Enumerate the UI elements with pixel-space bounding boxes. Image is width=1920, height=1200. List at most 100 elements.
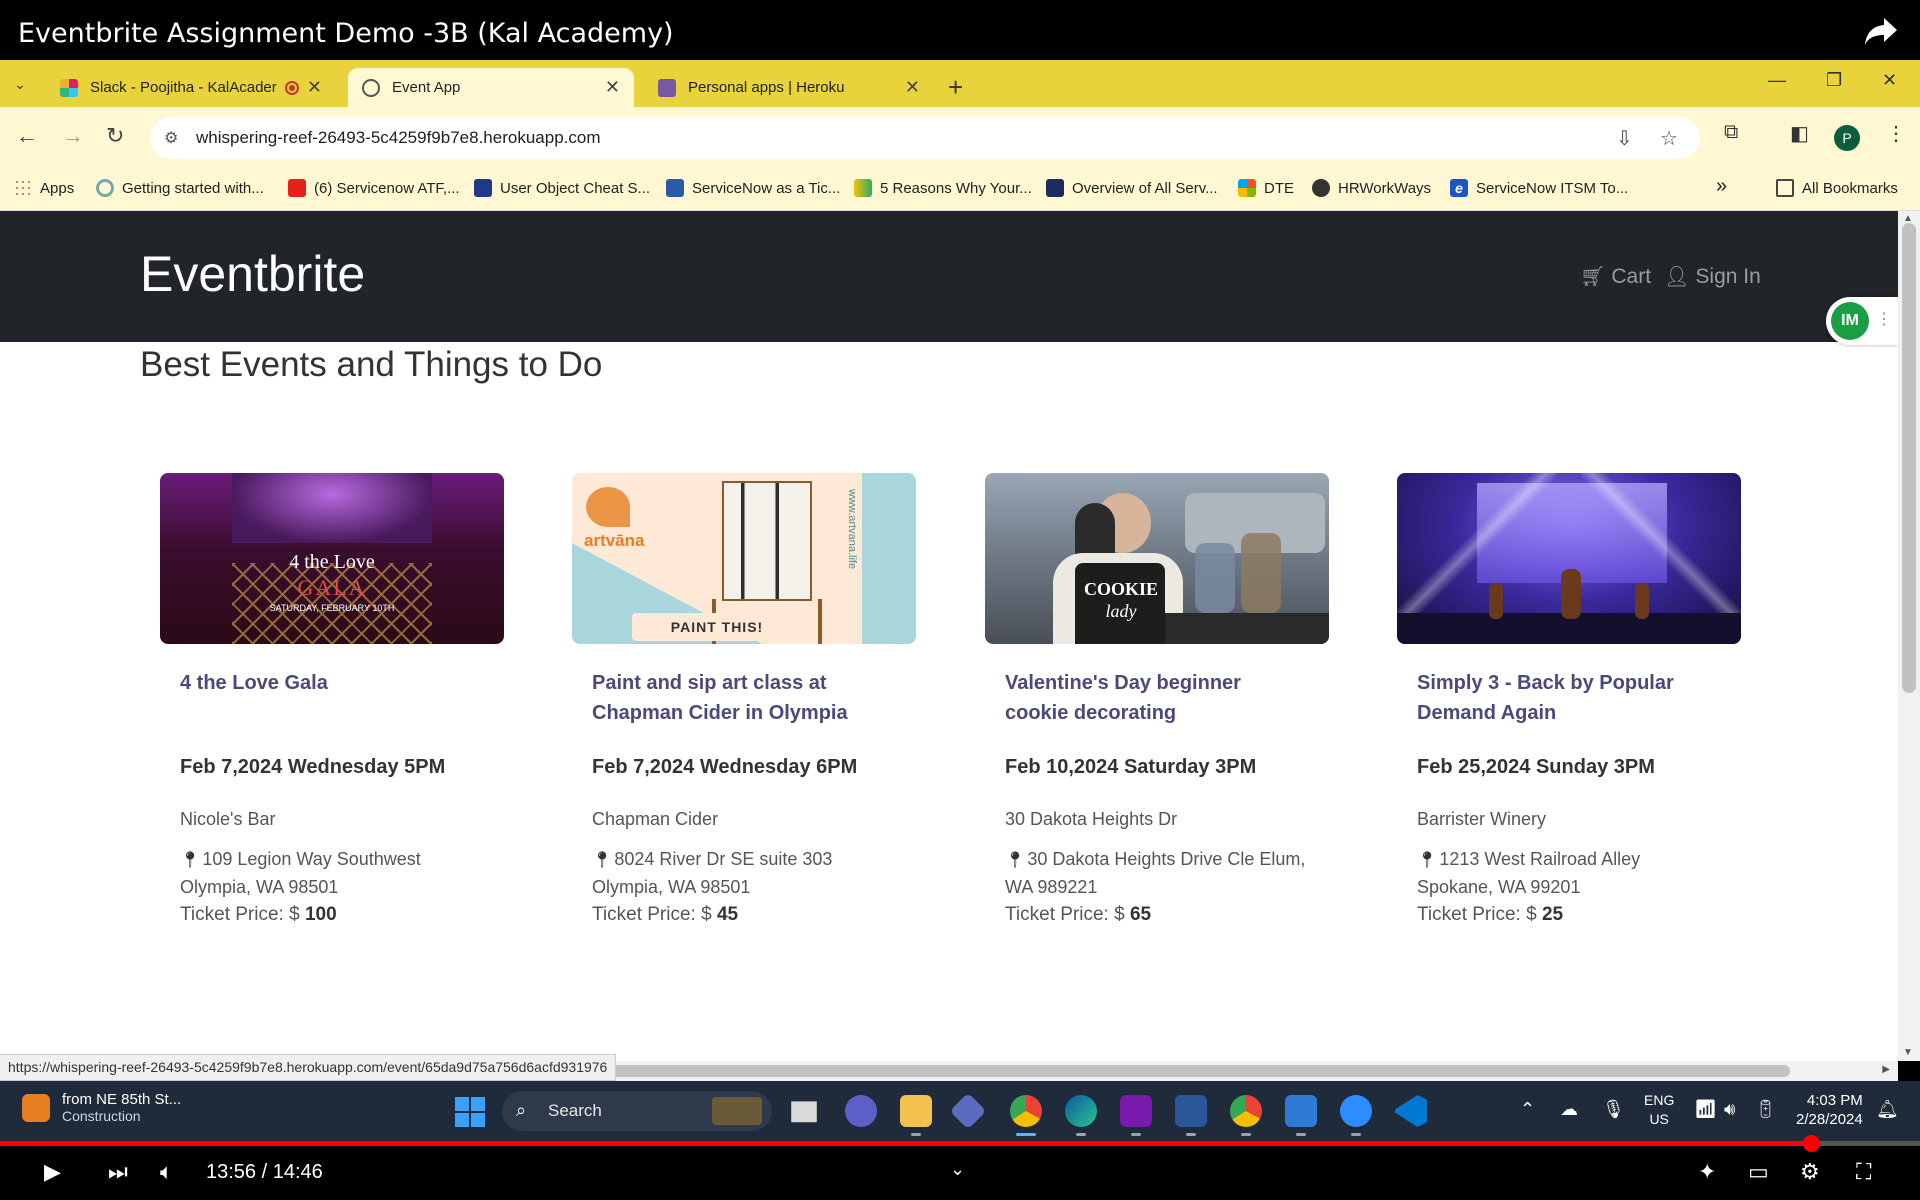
tab-heroku[interactable]: Personal apps | Heroku ✕ <box>644 68 934 107</box>
close-window-icon[interactable]: ✕ <box>1882 70 1897 91</box>
close-tab-icon[interactable]: ✕ <box>605 77 620 98</box>
bookmark-star-icon[interactable]: ☆ <box>1660 126 1678 151</box>
bookmark-item[interactable]: (6) Servicenow ATF,... <box>288 179 460 197</box>
event-card[interactable]: 4 the Love GALA SATURDAY, FEBRUARY 10TH … <box>160 473 504 926</box>
menu-kebab-icon[interactable]: ⋮ <box>1886 121 1906 146</box>
event-card[interactable]: COOKIE lady Valentine's Day beginner coo… <box>985 473 1329 926</box>
video-progress-bar[interactable] <box>0 1135 1920 1152</box>
next-icon[interactable]: ⏭︎ <box>108 1159 128 1185</box>
vscode-icon[interactable] <box>1395 1095 1427 1127</box>
scrollbar-thumb[interactable] <box>540 1065 1790 1077</box>
scrollbar-thumb[interactable] <box>1902 223 1916 693</box>
notepad-icon[interactable] <box>1285 1095 1317 1136</box>
bookmark-apps[interactable]: Apps <box>14 179 74 197</box>
bookmark-item[interactable]: User Object Cheat S... <box>474 179 650 197</box>
wifi-icon[interactable]: 📶︎ <box>1694 1099 1717 1120</box>
teams-chat-icon[interactable] <box>845 1095 877 1127</box>
microphone-icon[interactable]: 🎙︎ <box>1602 1099 1625 1120</box>
site-info-icon[interactable]: ⚙ <box>164 128 178 148</box>
subtitles-icon[interactable]: ▭ <box>1748 1159 1769 1185</box>
bookmark-item[interactable]: 5 Reasons Why Your... <box>854 179 1032 197</box>
battery-icon[interactable]: 🔋︎ <box>1754 1099 1777 1120</box>
notification-bell-icon[interactable]: 🔔︎ <box>1876 1099 1899 1120</box>
extension-floating-badge[interactable]: IM ⋮⋮ <box>1826 297 1898 345</box>
tab-label: Slack - Poojitha - KalAcader <box>90 79 277 96</box>
play-icon[interactable]: ▶ <box>44 1159 61 1185</box>
bookmark-item[interactable]: e ServiceNow ITSM To... <box>1450 179 1628 197</box>
event-title[interactable]: Paint and sip art class at Chapman Cider… <box>592 668 896 738</box>
onedrive-icon[interactable]: ☁ <box>1560 1099 1578 1120</box>
windows-start-icon[interactable] <box>455 1097 485 1127</box>
address-bar[interactable]: ⚙ whispering-reef-26493-5c4259f9b7e8.her… <box>150 117 1700 159</box>
system-clock[interactable]: 4:03 PM 2/28/2024 <box>1796 1091 1863 1129</box>
event-card[interactable]: artvāna PAINT THIS! www.artvana.life Pai… <box>572 473 916 926</box>
weather-widget[interactable]: from NE 85th St... Construction <box>22 1091 181 1124</box>
site-navbar: Eventbrite 🛒︎ Cart 👤︎ Sign In <box>0 211 1898 342</box>
taskbar-search[interactable]: ⌕ Search <box>502 1091 772 1131</box>
copilot-app-icon[interactable] <box>949 1092 987 1130</box>
url-text[interactable]: whispering-reef-26493-5c4259f9b7e8.herok… <box>196 128 601 148</box>
chrome-icon[interactable] <box>1010 1095 1042 1136</box>
signin-link[interactable]: 👤︎ Sign In <box>1664 264 1761 289</box>
tab-label: Personal apps | Heroku <box>688 79 845 96</box>
minimize-icon[interactable]: — <box>1768 70 1786 91</box>
edge-icon[interactable] <box>1065 1095 1097 1136</box>
vertical-scrollbar[interactable]: ▲ ▼ <box>1898 211 1920 1061</box>
scroll-down-icon[interactable]: ▼ <box>1903 1047 1913 1058</box>
close-tab-icon[interactable]: ✕ <box>307 77 322 98</box>
bookmark-item[interactable]: HRWorkWays <box>1312 179 1431 197</box>
apron-text-2: lady <box>1105 601 1137 621</box>
event-title[interactable]: Simply 3 - Back by Popular Demand Again <box>1417 668 1721 738</box>
video-title: Eventbrite Assignment Demo -3B (Kal Acad… <box>18 18 674 49</box>
drag-handle-icon[interactable]: ⋮⋮ <box>1876 309 1898 329</box>
reload-icon[interactable]: ↻ <box>106 123 124 149</box>
browser-toolbar: ← → ↻ ⚙ whispering-reef-26493-5c4259f9b7… <box>0 107 1920 169</box>
event-image[interactable]: COOKIE lady <box>985 473 1329 644</box>
extensions-icon[interactable]: ⧉ <box>1724 121 1738 144</box>
bookmark-item[interactable]: Getting started with... <box>96 179 264 197</box>
cart-link[interactable]: 🛒︎ Cart <box>1580 264 1651 289</box>
event-title[interactable]: Valentine's Day beginner cookie decorati… <box>1005 668 1309 738</box>
scroll-right-icon[interactable]: ▶ <box>1882 1064 1890 1075</box>
event-title[interactable]: 4 the Love Gala <box>180 668 484 738</box>
task-view-icon[interactable] <box>791 1101 817 1123</box>
settings-gear-icon[interactable]: ⚙ <box>1800 1159 1820 1185</box>
chrome-profile-icon[interactable] <box>1230 1095 1262 1136</box>
autoplay-sparkle-icon[interactable]: ✦ <box>1698 1159 1716 1185</box>
zoom-icon[interactable] <box>1340 1095 1372 1136</box>
word-icon[interactable] <box>1175 1095 1207 1136</box>
back-icon[interactable]: ← <box>16 123 38 149</box>
chevron-down-icon[interactable]: ⌄ <box>950 1159 965 1180</box>
bookmark-item[interactable]: ServiceNow as a Tic... <box>666 179 840 197</box>
install-app-icon[interactable]: ⇩ <box>1616 126 1633 151</box>
restore-icon[interactable]: ❐ <box>1826 70 1842 91</box>
event-image[interactable]: artvāna PAINT THIS! www.artvana.life <box>572 473 916 644</box>
share-icon[interactable] <box>1864 16 1898 46</box>
apron-text-1: COOKIE <box>1083 579 1158 599</box>
volume-icon[interactable]: 🔈︎ <box>160 1159 173 1185</box>
forward-icon[interactable]: → <box>62 123 84 149</box>
event-image[interactable]: 4 the Love GALA SATURDAY, FEBRUARY 10TH <box>160 473 504 644</box>
brand-logo[interactable]: Eventbrite <box>140 245 365 303</box>
more-bookmarks-icon[interactable]: » <box>1716 175 1727 198</box>
event-card[interactable]: Simply 3 - Back by Popular Demand Again … <box>1397 473 1741 926</box>
side-panel-icon[interactable]: ◧ <box>1790 121 1809 146</box>
all-bookmarks-folder[interactable]: All Bookmarks <box>1776 179 1898 197</box>
event-image[interactable] <box>1397 473 1741 644</box>
new-tab-icon[interactable]: + <box>948 72 963 103</box>
close-tab-icon[interactable]: ✕ <box>905 77 920 98</box>
bookmark-item[interactable]: DTE <box>1238 179 1294 197</box>
onenote-icon[interactable] <box>1120 1095 1152 1136</box>
tab-search-dropdown-icon[interactable]: ⌄ <box>6 70 34 98</box>
exit-fullscreen-icon[interactable]: ⛶ <box>1856 1159 1871 1185</box>
language-indicator[interactable]: ENG US <box>1644 1091 1674 1129</box>
volume-icon[interactable]: 🔊︎ <box>1724 1099 1735 1120</box>
tab-slack[interactable]: Slack - Poojitha - KalAcader ✕ <box>46 68 336 107</box>
profile-avatar[interactable]: P <box>1834 125 1860 151</box>
keyboard-region: US <box>1649 1111 1669 1127</box>
tab-event-app[interactable]: Event App ✕ <box>348 68 634 107</box>
bookmark-item[interactable]: Overview of All Serv... <box>1046 179 1218 197</box>
file-explorer-icon[interactable] <box>900 1095 932 1136</box>
video-progress-knob[interactable] <box>1802 1135 1820 1152</box>
tray-overflow-icon[interactable]: ⌃ <box>1520 1099 1535 1120</box>
